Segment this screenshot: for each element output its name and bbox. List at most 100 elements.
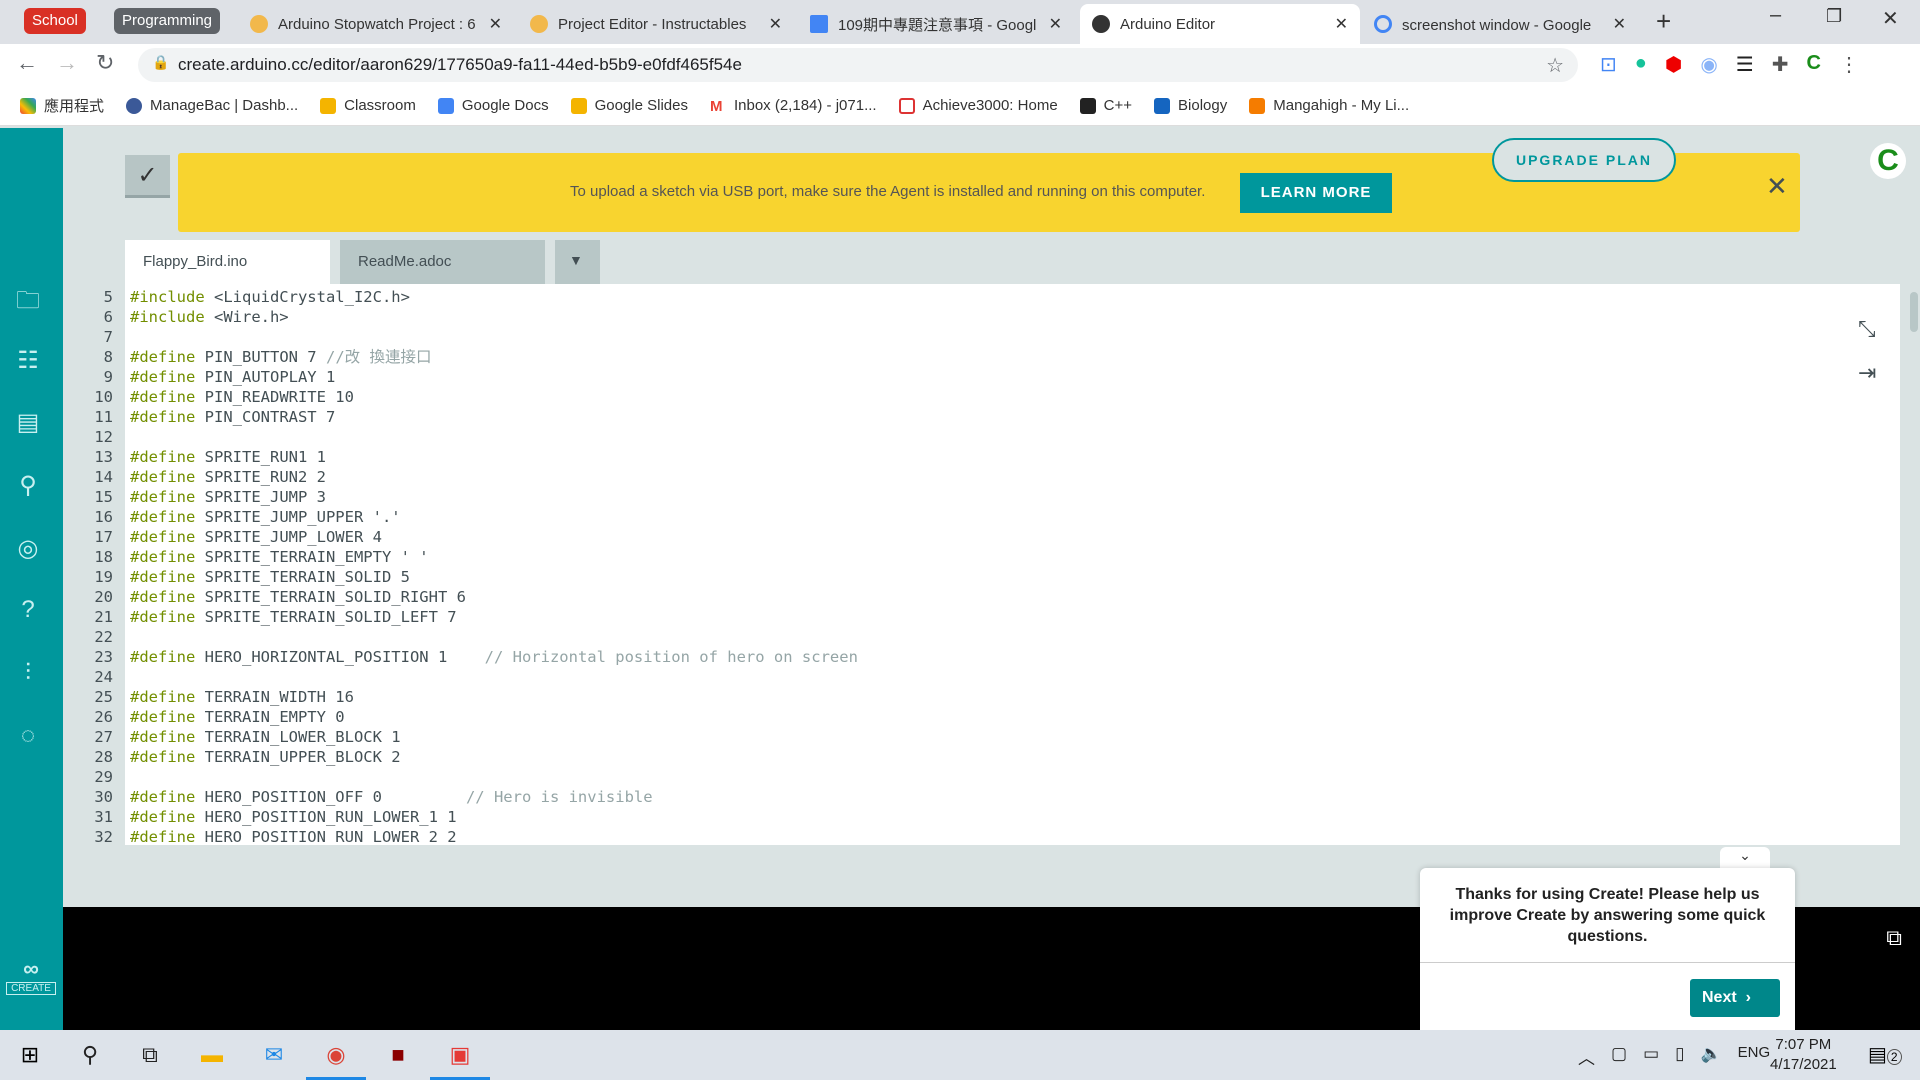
learn-more-button[interactable]: LEARN MORE (1240, 173, 1392, 213)
code-editor[interactable]: #include <LiquidCrystal_I2C.h> #include <… (125, 284, 1900, 845)
bookmark-star-icon[interactable]: ☆ (1546, 53, 1564, 78)
mail-icon[interactable]: ✉ (244, 1030, 304, 1080)
indent-icon[interactable]: ⇥ (1858, 360, 1876, 386)
bookmark[interactable]: Biology (1154, 97, 1227, 114)
code-text: SPRITE_TERRAIN_SOLID 5 (195, 568, 410, 586)
gmail-icon: M (709, 97, 723, 115)
extension-icon[interactable]: ◉ (1700, 52, 1717, 77)
close-icon[interactable]: ✕ (1766, 171, 1788, 202)
extensions-puzzle-icon[interactable]: ✚ (1772, 52, 1789, 77)
browser-tab[interactable]: Arduino Stopwatch Project : 6 ✕ (238, 4, 514, 44)
lock-icon: 🔒 (152, 54, 170, 70)
new-tab-button[interactable]: + (1656, 6, 1671, 37)
bookmark[interactable]: Classroom (320, 97, 416, 114)
browser-tab[interactable]: 109期中專題注意事項 - Googl ✕ (798, 4, 1074, 44)
examples-list-icon[interactable]: ☷ (12, 346, 44, 374)
profile-avatar[interactable]: C (1806, 52, 1820, 77)
editor-scrollbar[interactable] (1910, 292, 1918, 332)
adblock-extension-icon[interactable]: ⬢ (1665, 52, 1682, 77)
forward-button[interactable]: → (56, 50, 78, 76)
biology-icon (1154, 97, 1171, 114)
line-number: 28 (94, 748, 113, 766)
grammarly-extension-icon[interactable]: ● (1635, 52, 1647, 77)
close-icon[interactable]: ✕ (489, 14, 502, 34)
clock[interactable]: 7:07 PM 4/17/2021 (1770, 1035, 1837, 1075)
list-extension-icon[interactable]: ☰ (1736, 52, 1754, 77)
task-view-icon[interactable]: ⧉ (120, 1030, 180, 1080)
close-window-button[interactable]: ✕ (1882, 6, 1899, 31)
compass-icon[interactable]: ◎ (12, 534, 44, 562)
line-number: 19 (94, 568, 113, 586)
features-icon[interactable]: ◌ (12, 722, 44, 750)
code-text: SPRITE_TERRAIN_EMPTY ' ' (195, 548, 429, 566)
preferences-sliders-icon[interactable]: ⫶ (12, 659, 44, 687)
code-line: #define TERRAIN_UPPER_BLOCK 2 (130, 747, 401, 767)
code-text: <LiquidCrystal_I2C.h> (204, 288, 410, 306)
file-explorer-icon[interactable]: ▬ (182, 1030, 242, 1080)
collapse-icon[interactable]: ⤡ (1858, 316, 1876, 342)
url-input[interactable]: 🔒 create.arduino.cc/editor/aaron629/17765… (138, 48, 1578, 82)
code-text: <Wire.h> (204, 308, 289, 326)
app-icon-red[interactable]: ▣ (430, 1030, 490, 1080)
reload-button[interactable]: ↻ (96, 50, 114, 76)
line-number: 6 (103, 308, 113, 326)
chrome-icon[interactable]: ◉ (306, 1030, 366, 1080)
bookmark[interactable]: Achieve3000: Home (898, 97, 1058, 114)
tab-group-school[interactable]: School (24, 8, 86, 34)
bookmark[interactable]: Google Docs (437, 97, 549, 114)
libraries-icon[interactable]: ▤ (12, 408, 44, 436)
bookmark[interactable]: M Inbox (2,184) - j071... (709, 97, 877, 115)
sketchbook-folder-icon[interactable]: 🗀 (12, 283, 44, 314)
bookmark[interactable]: ManageBac | Dashb... (126, 97, 298, 114)
line-number: 31 (94, 808, 113, 826)
volume-icon[interactable]: 🔈 (1700, 1044, 1721, 1069)
bookmark[interactable]: C++ (1079, 97, 1132, 114)
bookmark[interactable]: Google Slides (570, 97, 688, 114)
network-icon[interactable]: ▯ (1675, 1044, 1684, 1069)
survey-popup: Thanks for using Create! Please help us … (1420, 868, 1795, 1030)
user-avatar[interactable]: C (1870, 143, 1906, 179)
bookmarks-bar: 應用程式 ManageBac | Dashb... Classroom Goog… (0, 86, 1920, 126)
bookmark[interactable]: Mangahigh - My Li... (1249, 97, 1409, 114)
code-keyword: #define (130, 708, 196, 726)
start-windows-icon[interactable]: ⊞ (0, 1030, 60, 1080)
file-tab[interactable]: ReadMe.adoc (340, 240, 545, 284)
verify-button[interactable]: ✓ (125, 155, 170, 198)
close-icon[interactable]: ✕ (769, 14, 782, 34)
close-icon[interactable]: ✕ (1613, 14, 1626, 34)
code-line: #include <Wire.h> (130, 307, 289, 327)
tabs-dropdown-button[interactable]: ▼ (555, 240, 600, 284)
show-hidden-icons-chevron-icon[interactable]: ︿ (1578, 1044, 1595, 1069)
browser-tab-active[interactable]: Arduino Editor ✕ (1080, 4, 1360, 44)
close-icon[interactable]: ✕ (1335, 14, 1348, 34)
restore-button[interactable]: ❐ (1826, 6, 1842, 27)
upgrade-plan-button[interactable]: UPGRADE PLAN (1492, 138, 1676, 182)
file-tab-active[interactable]: Flappy_Bird.ino (125, 240, 330, 284)
notification-count: 2 (1886, 1049, 1902, 1065)
language-indicator[interactable]: ENG (1738, 1044, 1771, 1069)
browser-menu-icon[interactable]: ⋮ (1839, 52, 1859, 77)
app-icon[interactable]: ■ (368, 1030, 428, 1080)
translate-extension-icon[interactable]: ⊡ (1600, 52, 1617, 77)
close-icon[interactable]: ✕ (1049, 14, 1062, 34)
google-icon (1374, 15, 1392, 33)
notifications-icon[interactable]: ▤ 2 (1868, 1042, 1902, 1067)
help-icon[interactable]: ? (12, 596, 44, 624)
minimize-button[interactable]: – (1770, 4, 1781, 27)
survey-message: Thanks for using Create! Please help us … (1449, 886, 1766, 945)
browser-tab[interactable]: screenshot window - Google 搜 ✕ (1362, 4, 1638, 44)
copy-icon[interactable]: ⧉ (1886, 925, 1902, 951)
tab-group-programming[interactable]: Programming (114, 8, 221, 34)
battery-icon[interactable]: ▭ (1643, 1044, 1659, 1069)
bookmark-apps[interactable]: 應用程式 (20, 95, 104, 116)
back-button[interactable]: ← (16, 50, 38, 76)
search-icon[interactable]: ⚲ (60, 1030, 120, 1080)
serial-monitor-icon[interactable]: ⚲ (12, 471, 44, 499)
camera-icon[interactable]: ▢ (1611, 1044, 1627, 1069)
next-button[interactable]: Next › (1690, 979, 1780, 1017)
line-number: 15 (94, 488, 113, 506)
browser-tab[interactable]: Project Editor - Instructables ✕ (518, 4, 794, 44)
code-keyword: #define (130, 528, 196, 546)
code-line: #define HERO_HORIZONTAL_POSITION 1 // Ho… (130, 647, 858, 667)
line-number: 8 (103, 348, 113, 366)
